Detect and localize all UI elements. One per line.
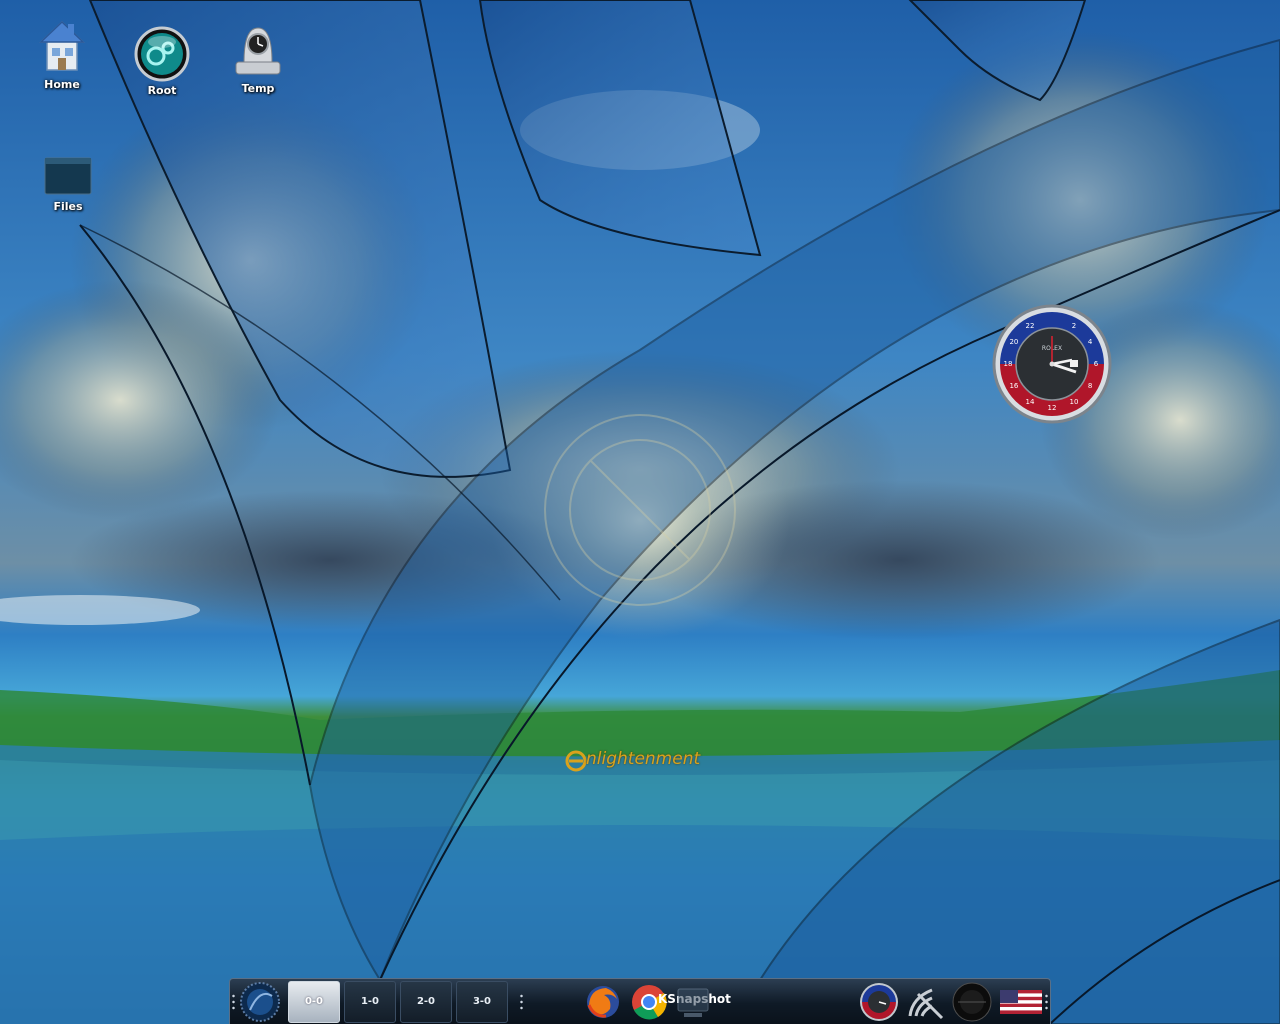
clock-bezel-number: 22 (1026, 322, 1035, 330)
clock-bezel-number: 12 (1048, 404, 1057, 412)
clock-bezel-number: 4 (1088, 338, 1093, 346)
clock-bezel-number: 14 (1026, 398, 1035, 406)
tray-keyboard-layout-us[interactable] (998, 982, 1044, 1022)
desktop-icon-label: Root (147, 84, 177, 97)
pager-label: 0-0 (304, 996, 324, 1007)
desktop-icon-label: Temp (241, 82, 275, 95)
clock-bezel-number: 16 (1009, 382, 1018, 390)
clock-bezel-number: 18 (1004, 360, 1013, 368)
clock-bezel-number: 6 (1094, 360, 1099, 368)
shelf-grip-left[interactable] (232, 993, 235, 1011)
gear-orb-icon (134, 26, 190, 82)
wallpaper (0, 0, 1280, 1024)
pager-label: 1-0 (360, 996, 380, 1007)
pager-desk-2-0[interactable]: 2-0 (400, 981, 452, 1023)
desktop[interactable]: nlightenment Home Root Temp Files 2 4 6 … (0, 0, 1280, 1024)
clock-drive-icon (235, 27, 281, 75)
clock-bezel-number: 10 (1070, 398, 1079, 406)
tray-network[interactable] (904, 982, 948, 1022)
pager-desk-3-0[interactable]: 3-0 (456, 981, 508, 1023)
tray-clock[interactable] (858, 982, 900, 1022)
clock-bezel-number: 20 (1009, 338, 1018, 346)
pager-label: 3-0 (472, 996, 492, 1007)
start-menu-button[interactable] (238, 980, 282, 1024)
tray-mixer[interactable] (950, 982, 994, 1022)
enlightenment-logo: nlightenment (562, 745, 722, 785)
folder-icon (44, 157, 92, 195)
pager-desk-1-0[interactable]: 1-0 (344, 981, 396, 1023)
pager-label: 2-0 (416, 996, 436, 1007)
enlightenment-e-icon (565, 750, 587, 772)
desktop-icon-root[interactable]: Root (122, 26, 202, 97)
shelf-grip-mid[interactable] (520, 993, 523, 1011)
clock-bezel-number: 8 (1088, 382, 1092, 390)
desktop-icon-label: Home (44, 78, 80, 91)
desktop-icon-files[interactable]: Files (28, 154, 108, 213)
taskbar-firefox[interactable] (584, 983, 622, 1021)
house-icon (39, 20, 85, 71)
pager-desk-0-0[interactable]: 0-0 (288, 981, 340, 1023)
desktop-icon-temp[interactable]: Temp (218, 22, 298, 95)
taskbar-ksnapshot[interactable] (674, 983, 712, 1021)
clock-bezel-number: 2 (1072, 322, 1076, 330)
desktop-icon-label: Files (53, 200, 83, 213)
shelf[interactable]: 0-0 1-0 2-0 3-0 KSnapshot (229, 978, 1051, 1024)
shelf-grip-right[interactable] (1045, 993, 1048, 1011)
desktop-icon-home[interactable]: Home (22, 18, 102, 91)
rolex-clock-gadget[interactable]: 246810121416182022 ROLEX (990, 302, 1114, 426)
enlightenment-logo-text: nlightenment (586, 749, 701, 769)
